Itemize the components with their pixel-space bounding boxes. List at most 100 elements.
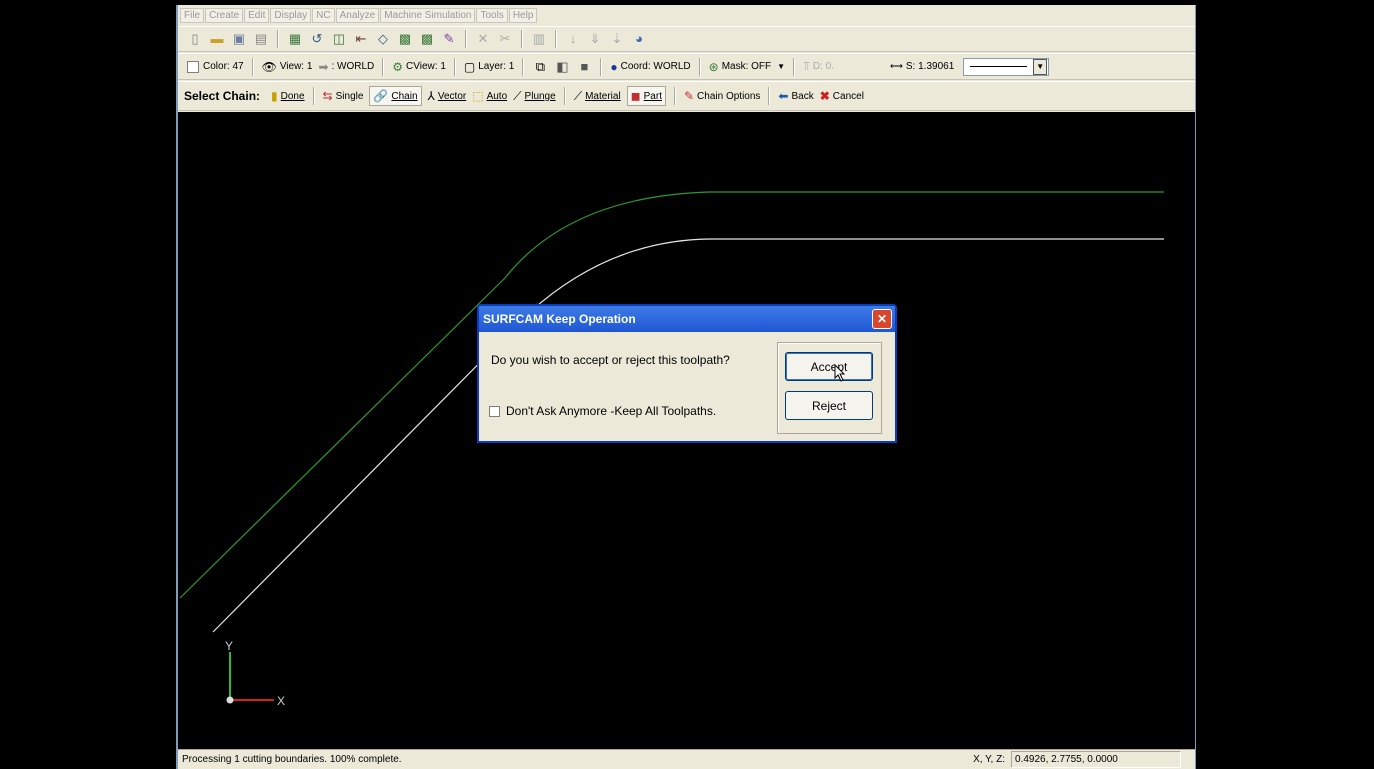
solid-cube-icon[interactable]: ■ [577, 59, 591, 74]
menu-nc[interactable]: NC [312, 7, 335, 23]
globe-icon: ● [610, 59, 618, 74]
layer-selector[interactable]: ▢ Layer: 1 [464, 60, 514, 74]
menu-analyze[interactable]: Analyze [335, 7, 380, 23]
single-button[interactable]: ⇆ Single [323, 89, 364, 103]
vector-icon: ⅄ [427, 89, 435, 103]
mask-selector[interactable]: ⊛ Mask: OFF ▼ [709, 60, 785, 74]
toolbar-separator [521, 30, 523, 48]
material-button[interactable]: ⟋ Material [574, 89, 621, 104]
line-style-preview [970, 66, 1028, 67]
chain-options-button[interactable]: ✎ Chain Options [684, 89, 760, 103]
status-message: Processing 1 cutting boundaries. 100% co… [182, 754, 402, 765]
mask-icon: ⊛ [708, 59, 719, 74]
dont-ask-checkbox-row[interactable]: Don't Ask Anymore -Keep All Toolpaths. [489, 404, 716, 418]
coord-label: Coord: WORLD [620, 61, 691, 72]
view-selector[interactable]: 👁 View: 1 [262, 60, 313, 74]
back-button[interactable]: ⬅ Back [778, 89, 813, 103]
axis-origin [226, 696, 234, 704]
menu-create[interactable]: Create [205, 7, 244, 23]
dont-ask-checkbox[interactable] [489, 405, 500, 417]
menu-file[interactable]: File [180, 7, 205, 23]
depth-field[interactable]: ⫪ D: 0. [803, 59, 834, 74]
mouse-cursor-icon [834, 364, 846, 382]
grid-icon[interactable]: ▥ [532, 32, 546, 46]
status-bar: Processing 1 cutting boundaries. 100% co… [178, 749, 1195, 769]
toolbar-separator [673, 87, 676, 105]
toolpath-icon[interactable]: ↺ [310, 32, 324, 46]
line-style-dropdown[interactable]: ▼ [963, 57, 1050, 76]
arrow-down-icon[interactable]: ↓ [566, 32, 580, 46]
toolbar-separator [453, 57, 456, 76]
menu-display[interactable]: Display [270, 7, 312, 23]
spacing-icon: ⟷ [889, 61, 903, 71]
accept-button[interactable]: Accept [785, 352, 873, 382]
spacing-field[interactable]: ⟷ S: 1.39061 [890, 61, 954, 72]
chain-link-icon: 🔗 [373, 89, 389, 103]
delete-icon[interactable]: ✕ [476, 32, 490, 46]
eye-icon: 👁 [261, 59, 277, 74]
shaded-cube-icon[interactable]: ◧ [555, 59, 569, 74]
single-icon: ⇆ [322, 89, 333, 103]
main-toolbar: ▯ ▬ ▣ ▤ ▦ ↺ ◫ ⇤ ◇ ▩ ▩ ✎ ✕ ✂ ▥ ↓ ⇓ ⇣ ◕ [178, 26, 1195, 52]
chain-button[interactable]: 🔗 Chain [369, 86, 422, 106]
vector-button[interactable]: ⅄ Vector [428, 89, 467, 103]
xyz-readout: 0.4926, 2.7755, 0.0000 [1011, 751, 1181, 768]
done-button[interactable]: ▮ Done [271, 89, 305, 103]
toolbar-separator [555, 30, 557, 48]
close-icon[interactable]: ✕ [872, 309, 892, 329]
wireframe-cube-icon[interactable]: ⧉ [533, 59, 547, 74]
cview-icon: ⚙ [392, 59, 404, 74]
part-button[interactable]: ◼ Part [626, 86, 666, 106]
new-file-icon[interactable]: ▯ [188, 32, 202, 46]
toolbar-separator [277, 30, 279, 48]
dropdown-arrow-icon: ▼ [777, 62, 786, 71]
single-label: Single [335, 90, 364, 102]
move-icon[interactable]: ⇣ [610, 32, 624, 46]
menu-tools[interactable]: Tools [476, 7, 508, 23]
axis-triad: Y X [225, 639, 285, 708]
shape-icon[interactable]: ◇ [376, 32, 390, 46]
trim-icon[interactable]: ✂ [498, 32, 512, 46]
nc-op-icon[interactable]: ▦ [288, 32, 302, 46]
toolbar-separator [465, 30, 467, 48]
dialog-button-group: Accept Reject [777, 342, 882, 434]
dropdown-arrow-icon: ▼ [1033, 58, 1048, 75]
pen-icon[interactable]: ✎ [442, 32, 456, 46]
group2-icon[interactable]: ▩ [420, 32, 434, 46]
cview-selector[interactable]: ⚙ CView: 1 [392, 60, 446, 74]
dialog-title-bar[interactable]: SURFCAM Keep Operation ✕ [479, 306, 895, 332]
toolbar-separator [522, 57, 525, 76]
color-label: Color: 47 [203, 61, 244, 72]
plunge-button[interactable]: ⟋ Plunge [513, 89, 556, 104]
menu-machine-simulation[interactable]: Machine Simulation [380, 7, 476, 23]
copy-op-icon[interactable]: ◫ [332, 32, 346, 46]
toolbar-separator [251, 57, 254, 76]
cview-label: CView: 1 [406, 61, 446, 72]
material-label: Material [585, 90, 621, 102]
color-selector[interactable]: Color: 47 [187, 60, 244, 73]
group-icon[interactable]: ▩ [398, 32, 412, 46]
open-folder-icon[interactable]: ▬ [210, 32, 224, 46]
material-icon: ⟋ [573, 88, 583, 103]
toolbar-separator [382, 57, 385, 76]
xyz-label: X, Y, Z: [973, 754, 1005, 765]
edit-op-icon[interactable]: ⇤ [354, 32, 368, 46]
y-axis-label: Y [225, 639, 233, 653]
cancel-button[interactable]: ✖ Cancel [820, 89, 864, 103]
menu-help[interactable]: Help [508, 7, 538, 23]
cancel-x-icon: ✖ [819, 89, 830, 103]
world-selector[interactable]: ➡: WORLD [318, 60, 374, 74]
coord-selector[interactable]: ● Coord: WORLD [610, 60, 690, 74]
part-icon[interactable]: ◕ [632, 32, 646, 46]
arrow-right-icon: ➡ [318, 59, 329, 74]
auto-button[interactable]: ⬚ Auto [472, 89, 507, 103]
arrow-down2-icon[interactable]: ⇓ [588, 32, 602, 46]
save-icon[interactable]: ▣ [232, 32, 246, 46]
plunge-label: Plunge [524, 90, 556, 102]
print-icon[interactable]: ▤ [254, 32, 268, 46]
spacing-label: S: 1.39061 [905, 61, 955, 72]
toolbar-separator [698, 57, 701, 76]
reject-button[interactable]: Reject [785, 391, 873, 420]
part-cube-icon: ◼ [630, 89, 641, 103]
menu-edit[interactable]: Edit [244, 7, 270, 23]
